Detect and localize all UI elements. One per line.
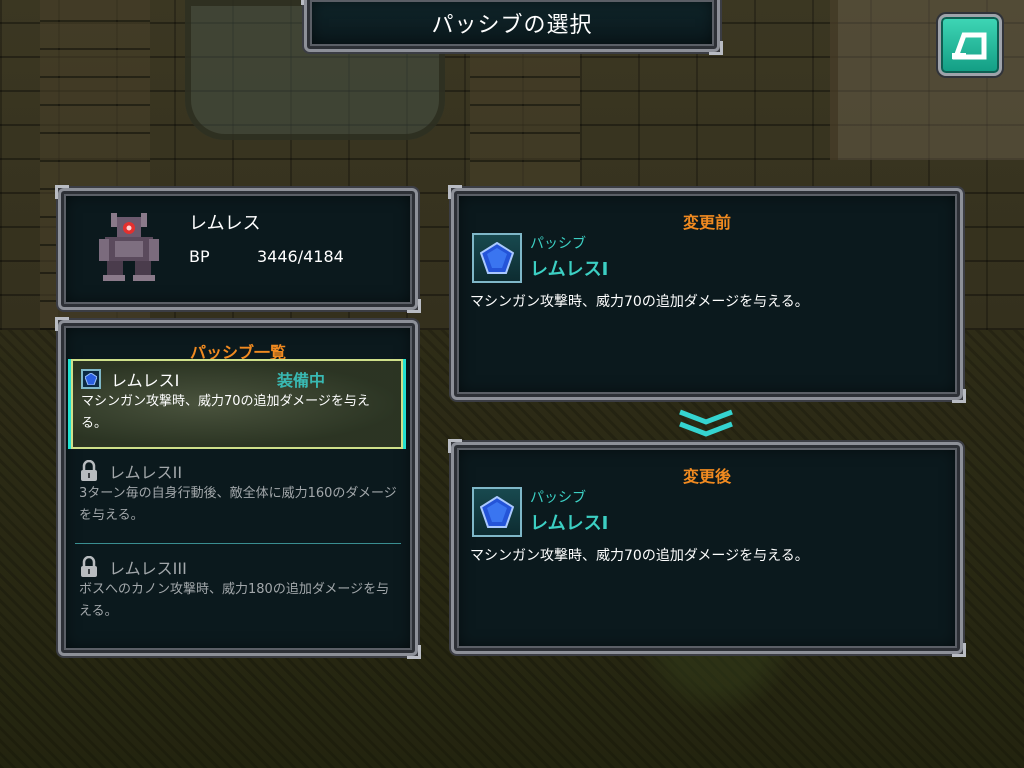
blue-gem-icon (472, 233, 522, 283)
page-title: パッシブの選択 (431, 13, 593, 38)
character-name: レムレス (189, 213, 261, 234)
passive-category-label: パッシブ (530, 236, 586, 252)
passive-item-description: ボスへのカノン攻撃時、威力180の追加ダメージを与える。 (79, 582, 390, 619)
passive-name: レムレスI (530, 259, 609, 280)
blue-gem-icon (472, 487, 522, 537)
passive-item-1[interactable]: レムレスI 装備中 マシンガン攻撃時、威力70の追加ダメージを与える。 (71, 359, 403, 449)
bp-label: BP (189, 247, 210, 266)
after-change-title: 変更後 (682, 467, 731, 486)
passive-item-header: レムレスI (81, 367, 179, 391)
lock-icon (81, 556, 97, 577)
lock-icon (81, 460, 97, 481)
chevron-down-icon (679, 409, 733, 437)
before-change-title: 変更前 (682, 213, 731, 232)
passive-item-name: レムレスIII (109, 559, 187, 578)
before-change-panel: 変更前 パッシブ レムレスI マシンガン攻撃時、威力70の追加ダメージを与える。 (448, 185, 966, 403)
back-arrow-icon (952, 32, 987, 60)
passive-item-description: 3ターン毎の自身行動後、敵全体に威力160のダメージを与える。 (79, 486, 397, 523)
title-bar: パッシブの選択 (301, 0, 723, 55)
passive-description: マシンガン攻撃時、威力70の追加ダメージを与える。 (470, 294, 809, 310)
passive-item-name: レムレスI (111, 371, 180, 390)
character-panel: レムレス BP 3446/4184 (55, 185, 421, 313)
passive-description: マシンガン攻撃時、威力70の追加ダメージを与える。 (470, 548, 809, 564)
passive-item-2[interactable]: レムレスII 3ターン毎の自身行動後、敵全体に威力160のダメージを与える。 (71, 453, 403, 543)
passive-list-panel: パッシブ一覧 レムレスI 装備中 マシンガン攻撃時、威力70の追加ダメージを与え… (55, 317, 421, 659)
passive-item-description: マシンガン攻撃時、威力70の追加ダメージを与える。 (81, 394, 370, 431)
after-change-panel: 変更後 パッシブ レムレスI マシンガン攻撃時、威力70の追加ダメージを与える。 (448, 439, 966, 657)
blue-gem-icon (81, 369, 101, 389)
passive-category-label: パッシブ (530, 490, 586, 506)
passive-item-name: レムレスII (109, 463, 183, 482)
back-button[interactable] (938, 14, 1002, 76)
passive-item-3[interactable]: レムレスIII ボスへのカノン攻撃時、威力180の追加ダメージを与える。 (71, 549, 403, 639)
passive-name: レムレスI (530, 513, 609, 534)
passive-item-header: レムレスII (79, 459, 182, 483)
robot-character-icon (99, 213, 159, 281)
list-divider (75, 543, 401, 544)
equipped-badge: 装備中 (277, 371, 326, 390)
passive-item-header: レムレスIII (79, 555, 187, 579)
bp-value: 3446/4184 (257, 247, 344, 266)
